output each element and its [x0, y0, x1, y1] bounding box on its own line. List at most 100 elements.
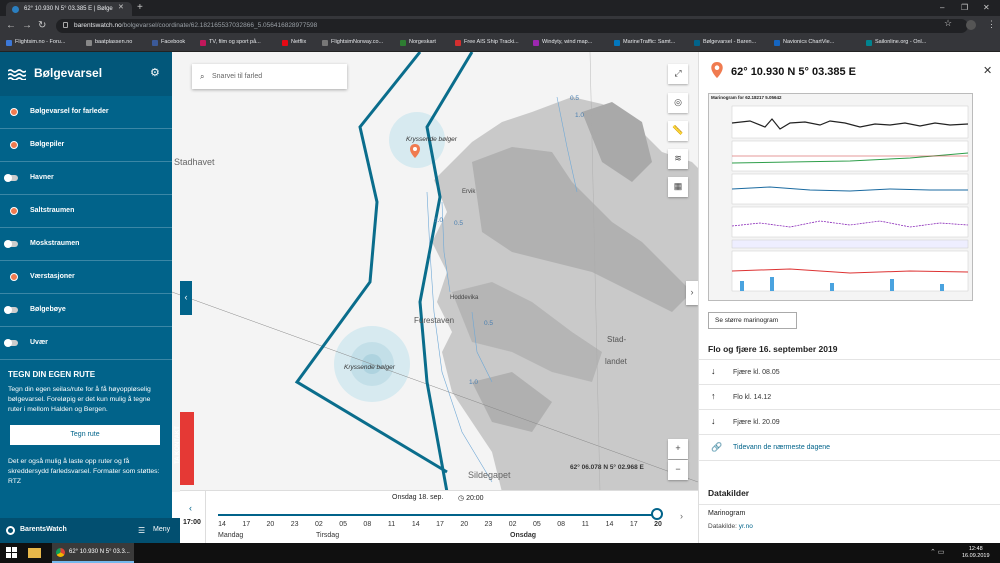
bookmark-item[interactable]: Free AIS Ship Tracki...: [455, 39, 519, 46]
route-heading: TEGN DIN EGEN RUTE: [8, 370, 96, 379]
url-bar[interactable]: barentswatch.no/bolgevarsel/coordinate/6…: [56, 19, 968, 33]
timeline-back[interactable]: ‹ 17:00: [180, 491, 206, 544]
sidebar-item-bolgeboye[interactable]: Bølgebøye: [0, 294, 172, 327]
marinogram-image[interactable]: Marinogram for 62.18217 5.05642: [708, 93, 973, 301]
sidebar-item-havner[interactable]: Havner: [0, 162, 172, 195]
waves-logo-icon: [8, 69, 26, 80]
source-link[interactable]: yr.no: [739, 523, 753, 530]
forward-icon[interactable]: →: [22, 20, 32, 31]
arrow-down-icon: ↓: [711, 416, 716, 426]
clock-time: 12:48: [968, 546, 983, 552]
taskbar-chrome-window[interactable]: 62° 10.930 N 5° 03.3...: [52, 543, 134, 563]
sidebar-item-moskstraumen[interactable]: Moskstraumen: [0, 228, 172, 261]
browser-tab[interactable]: 62° 10.930 N 5° 03.385 E | Bølge: [6, 2, 132, 16]
timeline-tick-label: 20: [460, 521, 469, 528]
location-pin-icon[interactable]: [410, 144, 420, 158]
browser-tab-title: 62° 10.930 N 5° 03.385 E | Bølge: [24, 6, 113, 12]
sidebar-item-saltstraumen[interactable]: Saltstraumen: [0, 195, 172, 228]
toggle-switch[interactable]: [4, 339, 18, 347]
timeline-tick-label: 20: [266, 521, 275, 528]
app-title: Bølgevarsel: [34, 66, 103, 80]
zoom-in-icon[interactable]: +: [668, 439, 688, 459]
bookmark-item[interactable]: Bølgevarsel - Baren...: [694, 39, 756, 46]
bookmark-item[interactable]: Norgeskart: [400, 39, 436, 46]
bookmark-item[interactable]: Facebook: [152, 39, 185, 46]
route-upload-description: Det er også mulig å laste opp ruter og f…: [8, 458, 160, 485]
layers-icon[interactable]: ≋: [668, 149, 688, 169]
sidebar-item-bolgevarsel-farleder[interactable]: Bølgevarsel for farleder: [0, 96, 172, 129]
timeline-tick-label: 14: [411, 521, 420, 528]
menu-icon[interactable]: ☰: [138, 526, 145, 535]
bookmark-item[interactable]: MarineTraffic: Samt...: [614, 39, 675, 46]
place-label: Ervik: [462, 189, 476, 195]
bookmark-item[interactable]: Windyty, wind map...: [533, 39, 592, 46]
tide-row: ↓ Fjære kl. 20.09: [699, 409, 1000, 434]
bookmark-item[interactable]: TV, film og sport på...: [200, 39, 261, 46]
sidebar-item-label: Værstasjoner: [30, 273, 75, 280]
system-tray-icon[interactable]: ⌃ ▭: [930, 548, 944, 556]
timeline-tick-label: 05: [339, 521, 347, 528]
tide-link-row[interactable]: 🔗 Tidevann de nærmeste dagene: [699, 434, 1000, 461]
bookmark-item[interactable]: Flightsim.no - Foru...: [6, 39, 65, 46]
timeline-slider-handle[interactable]: [651, 508, 663, 520]
gear-icon[interactable]: ⚙: [150, 66, 160, 79]
toggle-switch[interactable]: [4, 240, 18, 248]
map-canvas[interactable]: Kryssende bølger Kryssende bølger Stadha…: [172, 52, 698, 492]
taskbar-clock: 12:48 16.09.2019: [962, 546, 990, 560]
zoom-out-icon[interactable]: −: [668, 460, 688, 480]
menu-button[interactable]: Meny: [153, 526, 170, 533]
sidebar-item-label: Bølgevarsel for farleder: [30, 108, 109, 115]
sidebar-item-label: Uvær: [30, 339, 48, 346]
search-icon: ⌕: [200, 72, 205, 81]
chevron-right-icon[interactable]: ›: [680, 511, 683, 521]
timeline-tick-label: 14: [218, 521, 226, 528]
close-icon[interactable]: ✕: [983, 64, 992, 77]
draw-route-button[interactable]: Tegn rute: [10, 425, 160, 445]
search-placeholder: Snarvei til farled: [212, 73, 263, 80]
toggle-switch[interactable]: [4, 306, 18, 314]
bookmark-item[interactable]: Netflix: [282, 39, 306, 46]
bookmark-item[interactable]: Sailonline.org - Onl...: [866, 39, 926, 46]
sources-heading: Datakilder: [708, 488, 750, 498]
toggle-switch[interactable]: [4, 174, 18, 182]
crossing-waves-label: Kryssende bølger: [344, 364, 395, 371]
window-close-icon[interactable]: ✕: [983, 3, 990, 12]
ruler-icon[interactable]: 📏: [668, 121, 688, 141]
bookmark-item[interactable]: Navionics ChartVie...: [774, 39, 834, 46]
timeline-tick-label: 20: [654, 521, 662, 528]
bookmark-item[interactable]: FlightsimNorway.co...: [322, 39, 383, 46]
windows-start-icon[interactable]: [6, 547, 17, 558]
bigger-marinogram-button[interactable]: Se større marinogram: [708, 312, 797, 329]
extension-icon[interactable]: [966, 20, 976, 30]
tab-close-icon[interactable]: ✕: [118, 3, 124, 11]
file-explorer-icon[interactable]: [28, 548, 41, 558]
bookmark-item[interactable]: baatplassen.no: [86, 39, 132, 46]
expand-panel-button[interactable]: ›: [686, 281, 698, 305]
timeline-tick-label: 02: [508, 521, 517, 528]
clock-date: 16.09.2019: [962, 553, 990, 559]
browser-menu-icon[interactable]: ⋮: [987, 19, 996, 30]
new-tab-icon[interactable]: +: [137, 2, 143, 13]
sidebar-item-uvaer[interactable]: Uvær: [0, 327, 172, 360]
maximize-icon[interactable]: ❐: [961, 3, 968, 12]
back-icon[interactable]: ←: [6, 20, 16, 31]
chart-icon[interactable]: ▦: [668, 177, 688, 197]
map-search-input[interactable]: ⌕ Snarvei til farled: [192, 64, 347, 89]
address-toolbar: ← → ↻ barentswatch.no/bolgevarsel/coordi…: [0, 16, 1000, 36]
chevron-left-icon[interactable]: ‹: [189, 503, 192, 513]
minimize-icon[interactable]: –: [940, 3, 944, 12]
place-label: Hoddevika: [450, 295, 479, 301]
timeline-current-time: ◷ 20:00: [458, 495, 484, 502]
fullscreen-icon[interactable]: ⤢: [668, 64, 688, 84]
reload-icon[interactable]: ↻: [38, 20, 46, 31]
contact-button[interactable]: TA KONTAKT: [175, 412, 194, 485]
tide-link[interactable]: Tidevann de nærmeste dagene: [733, 444, 830, 451]
bookmarks-bar: Flightsim.no - Foru... baatplassen.no Fa…: [0, 36, 1000, 52]
locate-icon[interactable]: ◎: [668, 93, 688, 113]
collapse-sidebar-button[interactable]: ‹: [180, 281, 192, 315]
sidebar-item-bolgepiler[interactable]: Bølgepiler: [0, 129, 172, 162]
timeline-tick-label: 08: [363, 521, 372, 528]
sidebar-item-vaerstasjoner[interactable]: Værstasjoner: [0, 261, 172, 294]
bookmark-star-icon[interactable]: ☆: [944, 18, 952, 29]
timeline-track[interactable]: [218, 514, 658, 516]
